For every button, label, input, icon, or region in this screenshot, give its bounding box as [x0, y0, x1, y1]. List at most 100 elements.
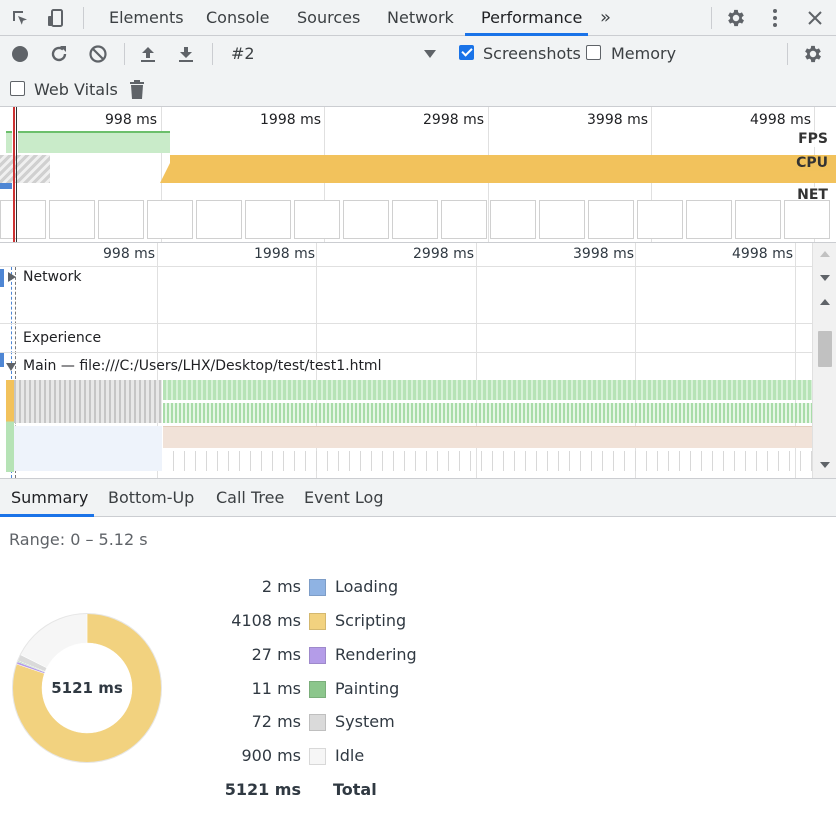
close-icon[interactable] — [803, 6, 827, 30]
tab-performance[interactable]: Performance — [481, 0, 582, 36]
track-divider — [0, 352, 812, 353]
main-thread-early-activity[interactable] — [14, 380, 162, 423]
download-profile-icon[interactable] — [174, 42, 198, 66]
capture-settings-gear-icon[interactable] — [801, 42, 825, 66]
screenshot-thumbnail[interactable] — [539, 200, 585, 239]
legend-row-scripting: 4108 ms Scripting — [200, 611, 500, 633]
flame-chart-scrollbar[interactable] — [812, 243, 836, 478]
network-track-title[interactable]: Network — [23, 269, 81, 285]
reload-profile-icon[interactable] — [47, 42, 71, 66]
screenshot-thumbnail[interactable] — [245, 200, 291, 239]
main-track-title[interactable]: Main — file:///C:/Users/LHX/Desktop/test… — [23, 358, 381, 374]
screenshots-checkbox[interactable] — [459, 45, 474, 60]
scroll-down-arrow-icon[interactable] — [820, 275, 830, 281]
legend-value: 2 ms — [261, 577, 301, 596]
cpu-track-label: CPU — [794, 155, 830, 171]
legend-swatch — [309, 579, 326, 596]
scrollbar-thumb[interactable] — [818, 331, 832, 367]
screenshot-thumbnail[interactable] — [392, 200, 438, 239]
tab-bottom-up[interactable]: Bottom-Up — [108, 479, 194, 517]
screenshot-thumbnail[interactable] — [490, 200, 536, 239]
legend-value: 72 ms — [251, 712, 301, 731]
inspect-element-icon[interactable] — [8, 6, 32, 30]
legend-value: 27 ms — [251, 645, 301, 664]
screenshot-thumbnail[interactable] — [735, 200, 781, 239]
tab-elements[interactable]: Elements — [109, 0, 184, 36]
tab-call-tree[interactable]: Call Tree — [216, 479, 284, 517]
trash-icon[interactable] — [125, 78, 149, 102]
tab-event-log[interactable]: Event Log — [304, 479, 384, 517]
main-thread-task-lane[interactable] — [163, 380, 812, 400]
tab-network[interactable]: Network — [387, 0, 454, 36]
record-icon[interactable] — [8, 42, 32, 66]
legend-row-system: 72 ms System — [200, 712, 500, 734]
legend-row-rendering: 27 ms Rendering — [200, 645, 500, 667]
screenshot-thumbnail[interactable] — [686, 200, 732, 239]
net-request-bar — [0, 183, 12, 189]
network-selection-marker — [0, 269, 4, 287]
memory-checkbox[interactable] — [586, 45, 601, 60]
legend-total-name: Total — [333, 780, 377, 799]
timeline-ruler: 998 ms 1998 ms 2998 ms 3998 ms 4998 ms — [0, 243, 812, 267]
device-toolbar-icon[interactable] — [44, 6, 68, 30]
toolbar-divider — [83, 7, 84, 29]
scroll-up-arrow-icon[interactable] — [820, 251, 830, 257]
profile-select[interactable]: #2 — [231, 44, 255, 64]
legend-name: Painting — [335, 679, 400, 698]
flame-chart[interactable]: 998 ms 1998 ms 2998 ms 3998 ms 4998 ms N… — [0, 243, 836, 478]
main-thread-subtask-lane[interactable] — [163, 451, 812, 471]
details-tab-bar: Summary Bottom-Up Call Tree Event Log — [0, 478, 836, 517]
screenshot-thumbnail[interactable] — [343, 200, 389, 239]
screenshot-thumbnail[interactable] — [49, 200, 95, 239]
scroll-down-arrow-icon[interactable] — [820, 462, 830, 468]
settings-gear-icon[interactable] — [724, 6, 748, 30]
screenshot-thumbnail[interactable] — [294, 200, 340, 239]
performance-toolbar: #2 Screenshots Memory — [0, 36, 836, 71]
legend-row-idle: 900 ms Idle — [200, 746, 500, 768]
more-options-icon[interactable] — [763, 6, 787, 30]
cpu-system-hatch — [0, 155, 50, 183]
more-tabs-button[interactable]: » — [600, 0, 611, 36]
main-thread-start-bar — [6, 380, 14, 472]
web-vitals-checkbox[interactable] — [10, 81, 25, 96]
screenshot-thumbnail[interactable] — [98, 200, 144, 239]
upload-profile-icon[interactable] — [136, 42, 160, 66]
screenshot-thumbnail[interactable] — [441, 200, 487, 239]
legend-row-loading: 2 ms Loading — [200, 577, 500, 599]
expand-network-arrow-icon[interactable] — [8, 272, 16, 282]
selection-end-marker[interactable] — [16, 107, 17, 242]
overview-tick-label: 1998 ms — [260, 112, 322, 128]
screenshot-thumbnail[interactable] — [196, 200, 242, 239]
legend-name: Rendering — [335, 645, 417, 664]
screenshot-thumbnail[interactable] — [637, 200, 683, 239]
screenshots-label: Screenshots — [483, 44, 581, 63]
tab-summary[interactable]: Summary — [11, 479, 88, 517]
chevron-down-icon[interactable] — [418, 42, 442, 66]
performance-toolbar-secondary: Web Vitals — [0, 71, 836, 107]
screenshot-thumbnail[interactable] — [147, 200, 193, 239]
active-tab-indicator — [0, 514, 94, 517]
clear-icon[interactable] — [86, 42, 110, 66]
screenshot-thumbnail[interactable] — [784, 200, 830, 239]
overview-tick-label: 2998 ms — [423, 112, 485, 128]
legend-name: System — [335, 712, 395, 731]
overview-tick-label: 4998 ms — [750, 112, 812, 128]
track-divider — [0, 323, 812, 324]
summary-range: Range: 0 – 5.12 s — [9, 530, 148, 549]
screenshot-thumbnail[interactable] — [588, 200, 634, 239]
collapse-main-arrow-icon[interactable] — [6, 363, 16, 371]
scroll-up-arrow-icon[interactable] — [820, 299, 830, 305]
toolbar-divider — [711, 7, 712, 29]
legend-name: Idle — [335, 746, 365, 765]
main-thread-task-lane[interactable] — [163, 403, 812, 423]
experience-track-title[interactable]: Experience — [23, 330, 101, 346]
tab-console[interactable]: Console — [206, 0, 270, 36]
legend-swatch — [309, 613, 326, 630]
timeline-tick-label: 998 ms — [103, 246, 156, 262]
selection-start-marker[interactable] — [13, 107, 15, 242]
tab-sources[interactable]: Sources — [297, 0, 360, 36]
main-thread-scripting-lane[interactable] — [163, 426, 812, 448]
screenshot-thumbnail[interactable] — [0, 200, 46, 239]
fps-graph-start — [6, 131, 12, 153]
timeline-overview[interactable]: 998 ms 1998 ms 2998 ms 3998 ms 4998 ms F… — [0, 107, 836, 243]
